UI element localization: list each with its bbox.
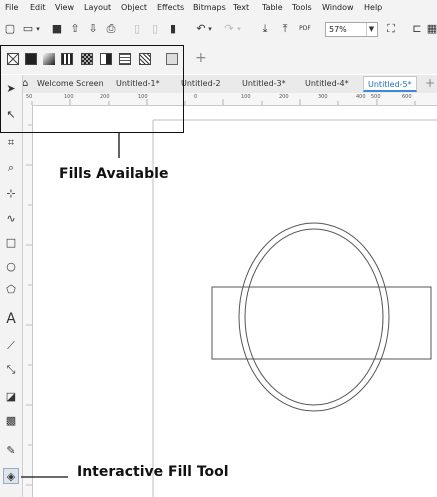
fills-available-label: Fills Available (59, 166, 169, 182)
annotation-lines (21, 133, 120, 478)
interactive-fill-tool-label: Interactive Fill Tool (77, 464, 229, 480)
